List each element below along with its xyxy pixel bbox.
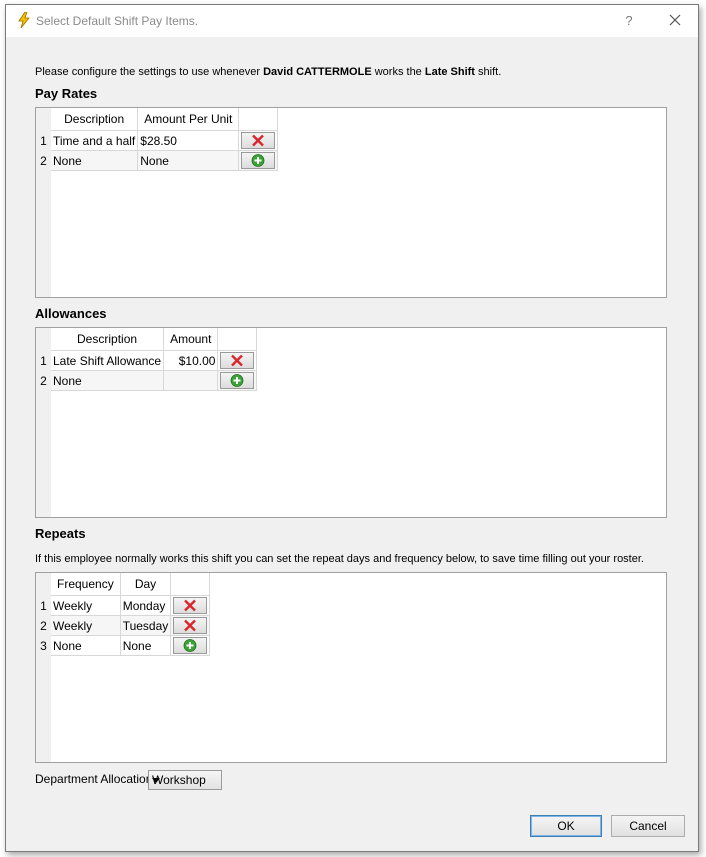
delete-row-button[interactable] <box>220 352 255 369</box>
table-row: 2 Weekly Tuesday <box>36 615 211 636</box>
table-row: 1 Late Shift Allowance $10.00 <box>36 350 258 371</box>
row-number: 1 <box>36 130 51 151</box>
ok-button[interactable]: OK <box>530 815 602 837</box>
delete-row-button[interactable] <box>173 617 208 634</box>
help-button[interactable]: ? <box>621 12 637 30</box>
table-row: 2 None None <box>36 150 279 171</box>
cancel-button[interactable]: Cancel <box>611 815 685 837</box>
department-allocation-select[interactable]: Workshop <box>148 770 222 790</box>
employee-name: David CATTERMOLE <box>263 66 372 78</box>
description-cell[interactable]: Late Shift Allowance <box>51 350 165 371</box>
delete-row-button[interactable] <box>173 597 208 614</box>
lightning-icon <box>17 11 31 29</box>
frequency-cell[interactable]: Weekly <box>51 615 121 636</box>
day-cell[interactable]: Monday <box>120 595 172 616</box>
repeats-grid: Frequency Day 1 Weekly Monday 2 Weekly T… <box>35 572 667 763</box>
table-row: 1 Weekly Monday <box>36 595 211 616</box>
pay-rates-heading: Pay Rates <box>35 86 98 101</box>
column-header-description[interactable]: Description <box>51 328 165 351</box>
amount-cell[interactable] <box>163 370 219 391</box>
frequency-cell[interactable]: None <box>51 635 121 656</box>
description-cell[interactable]: None <box>51 150 139 171</box>
table-row: 3 None None <box>36 635 211 656</box>
add-row-button[interactable] <box>173 637 208 654</box>
allowances-heading: Allowances <box>35 306 107 321</box>
intro-suffix: shift. <box>474 66 502 78</box>
column-header-frequency[interactable]: Frequency <box>51 573 121 596</box>
add-row-button[interactable] <box>220 372 255 389</box>
row-number: 2 <box>36 615 51 636</box>
frequency-cell[interactable]: Weekly <box>51 595 121 616</box>
table-row: 1 Time and a half $28.50 <box>36 130 279 151</box>
description-cell[interactable]: None <box>51 370 165 391</box>
allowances-grid: Description Amount 1 Late Shift Allowanc… <box>35 327 667 518</box>
row-number: 1 <box>36 595 51 616</box>
day-cell[interactable]: None <box>120 635 172 656</box>
delete-row-button[interactable] <box>241 132 276 149</box>
repeats-heading: Repeats <box>35 526 86 541</box>
intro-prefix: Please configure the settings to use whe… <box>35 66 264 78</box>
column-header-amount-per-unit[interactable]: Amount Per Unit <box>137 108 240 131</box>
amount-cell[interactable]: $28.50 <box>137 130 240 151</box>
add-row-button[interactable] <box>241 152 276 169</box>
department-allocation-label: Department Allocation <box>35 772 153 786</box>
row-number: 2 <box>36 370 51 391</box>
row-number: 3 <box>36 635 51 656</box>
shift-name: Late Shift <box>424 66 475 78</box>
column-header-day[interactable]: Day <box>120 573 172 596</box>
close-icon[interactable] <box>666 11 684 29</box>
pay-rates-grid: Description Amount Per Unit 1 Time and a… <box>35 107 667 298</box>
day-cell[interactable]: Tuesday <box>120 615 172 636</box>
intro-middle: works the <box>371 66 425 78</box>
title-bar: Select Default Shift Pay Items. ? <box>6 5 698 37</box>
amount-cell[interactable]: None <box>137 150 240 171</box>
column-header-description[interactable]: Description <box>51 108 139 131</box>
description-cell[interactable]: Time and a half <box>51 130 139 151</box>
table-row: 2 None <box>36 370 258 391</box>
column-header-amount[interactable]: Amount <box>163 328 219 351</box>
window-title: Select Default Shift Pay Items. <box>36 14 199 28</box>
row-number: 2 <box>36 150 51 171</box>
chevron-down-icon <box>152 778 160 783</box>
row-number: 1 <box>36 350 51 371</box>
dialog-window: Select Default Shift Pay Items. ? Please… <box>5 4 699 852</box>
department-selected-value: Workshop <box>152 773 206 787</box>
repeats-note: If this employee normally works this shi… <box>35 553 644 565</box>
amount-cell[interactable]: $10.00 <box>163 350 219 371</box>
intro-text: Please configure the settings to use whe… <box>35 66 501 78</box>
